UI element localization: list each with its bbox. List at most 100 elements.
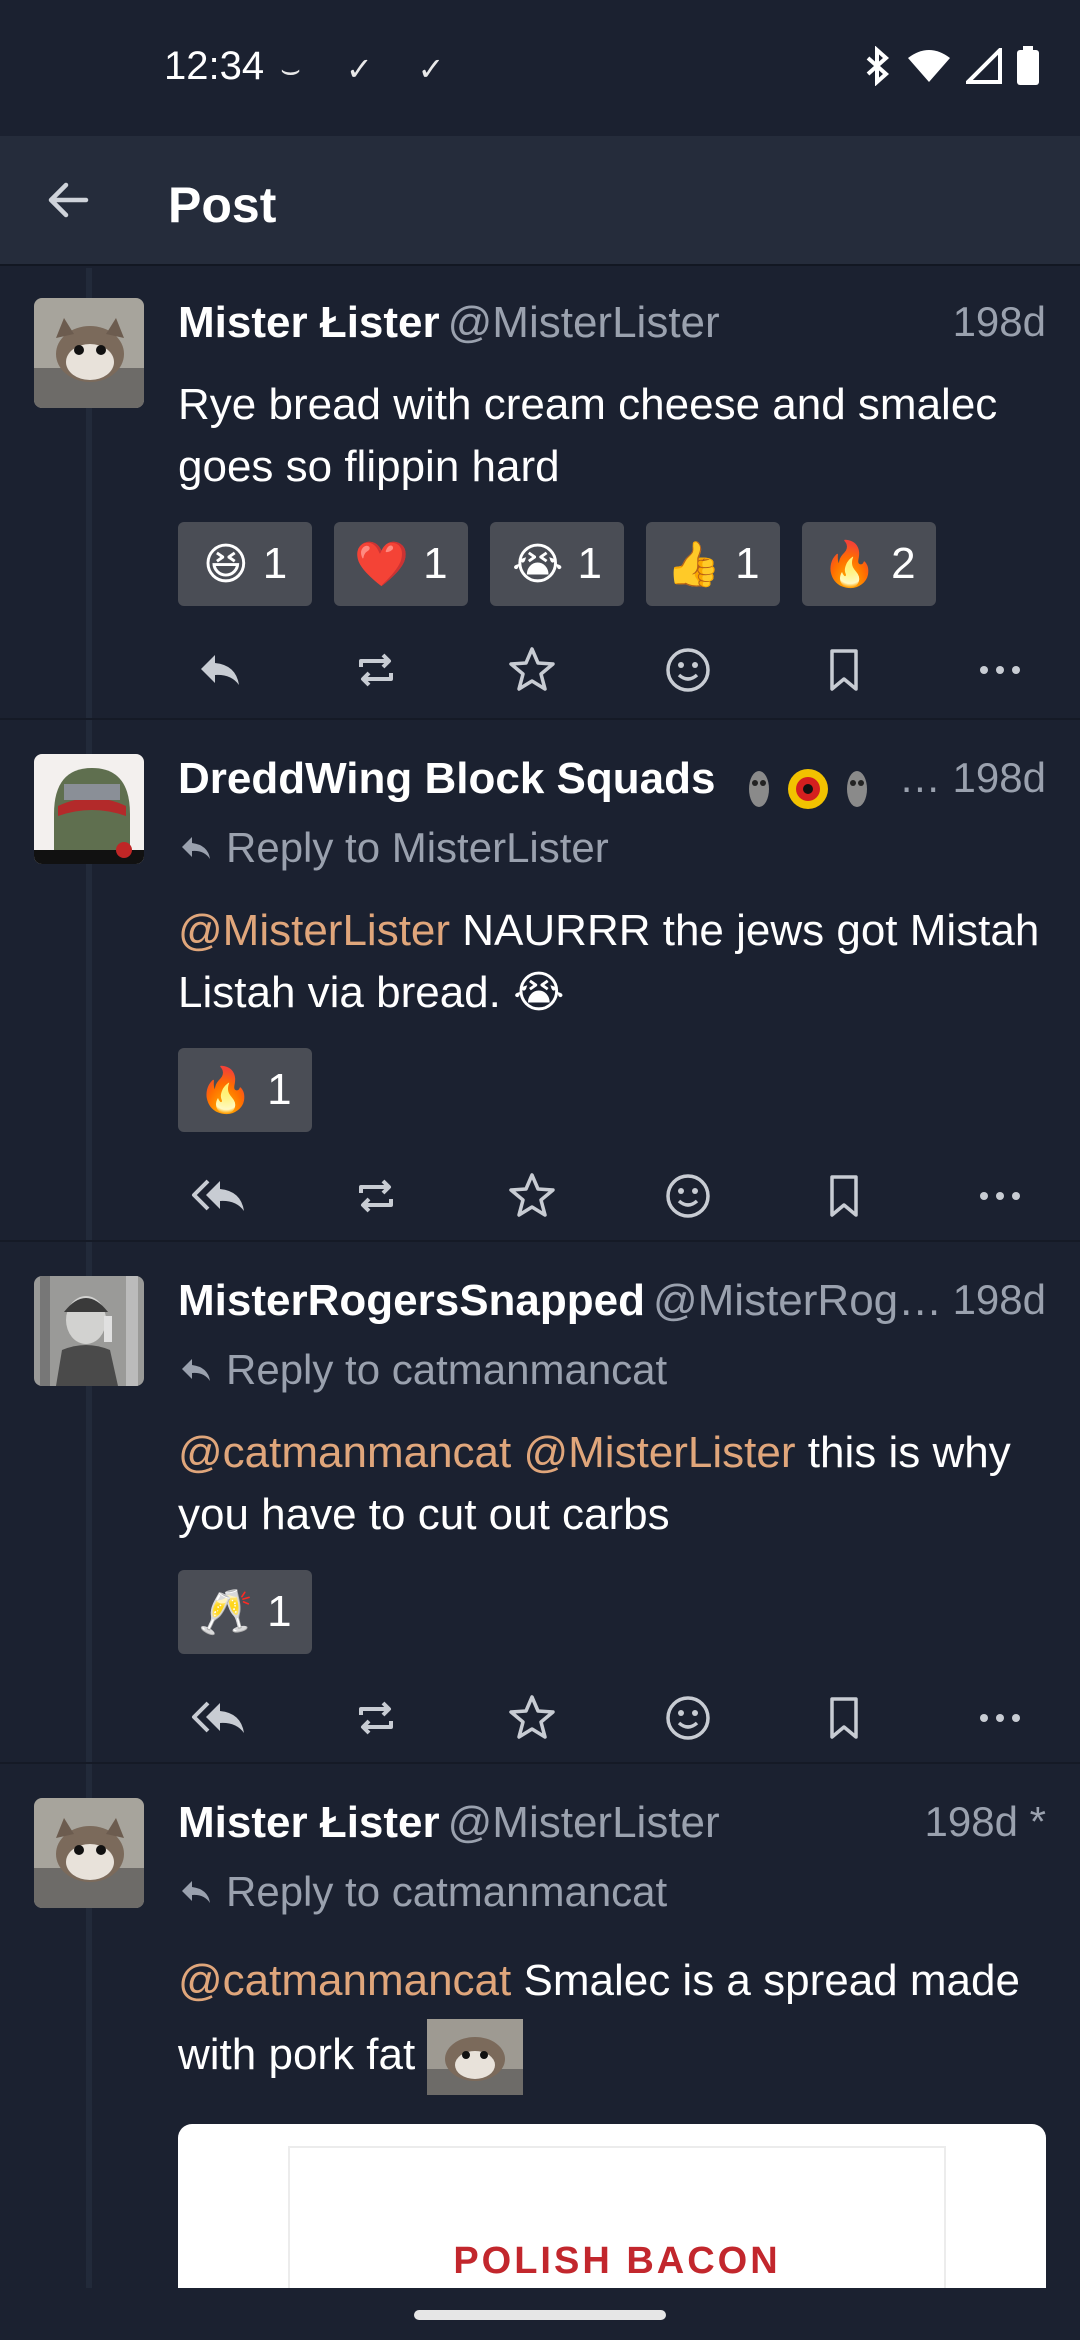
post-thread: Mister Łister @MisterLister 198d Rye brea… [0,268,1080,2288]
mention-link[interactable]: @MisterLister [523,1428,795,1477]
react-button[interactable] [656,1686,720,1750]
reply-to-text: Reply to catmanmancat [226,1346,668,1393]
user-handle[interactable]: @MisterRog… [653,1276,942,1325]
reaction-emoji: 🔥 [822,540,878,589]
reply-to-link[interactable]: Reply to catmanmancat [178,1342,1046,1398]
custom-emoji-icon [748,770,769,807]
reaction-count: 1 [423,539,448,588]
reaction-emoji: 😭 [512,539,564,589]
bookmark-button[interactable] [812,1686,876,1750]
reaction-count: 1 [267,1587,292,1636]
post[interactable]: Mister Łister @MisterLister 198d Rye brea… [0,268,1080,720]
reply-to-link[interactable]: Reply to MisterLister [178,820,1046,876]
display-name[interactable]: Mister Łister [178,1798,440,1847]
post-time: 198d * [918,1798,1046,1846]
post-content: @MisterLister NAURRR the jews got Mistah… [178,900,1046,1024]
status-right-icons [862,46,1040,86]
reaction-chip[interactable]: ❤️ 1 [334,522,468,606]
reply-icon [182,1359,210,1381]
reaction-emoji: 😆 [202,539,249,589]
reaction-count: 1 [577,539,602,588]
bluetooth-icon [866,46,890,86]
display-name[interactable]: MisterRogersSnapped [178,1276,645,1325]
reply-all-icon [192,1179,244,1211]
status-time: 12:34 [164,44,265,88]
reaction-chip[interactable]: 🥂 1 [178,1570,312,1654]
reply-all-button[interactable] [188,1686,252,1750]
preview-title: POLISH BACON [453,2240,781,2282]
reactions-bar: 🔥 1 [178,1048,1046,1132]
user-handle[interactable]: @MisterLister [448,298,720,347]
mention-link[interactable]: @catmanmancat [178,1428,511,1477]
post-time: … 198d [892,754,1046,802]
post-time: 198d [946,298,1046,346]
reply-to-link[interactable]: Reply to catmanmancat [178,1864,1046,1920]
smiley-icon [666,1174,710,1218]
favourite-button[interactable] [500,1164,564,1228]
favourite-button[interactable] [500,1686,564,1750]
post-header: Mister Łister @MisterLister 198d [178,298,1046,358]
reply-all-button[interactable] [188,1164,252,1228]
avatar[interactable] [34,298,144,408]
post[interactable]: DreddWing Block Squads … 198d Reply to M… [0,720,1080,1242]
custom-emoji-icon [787,768,828,809]
reaction-count: 1 [262,539,288,588]
reaction-count: 1 [267,1065,292,1114]
more-button[interactable] [968,638,1032,702]
avatar[interactable] [34,754,144,864]
custom-emoji-icon [846,770,867,807]
favourite-button[interactable] [500,638,564,702]
navigation-bar [0,2288,1080,2340]
post-header: MisterRogersSnapped @MisterRog… 198d [178,1276,1046,1336]
reactions-bar: 🥂 1 [178,1570,1046,1654]
home-indicator[interactable] [414,2310,666,2320]
reaction-chip[interactable]: 👍 1 [646,522,780,606]
reply-button[interactable] [188,638,252,702]
display-name[interactable]: Mister Łister [178,298,440,347]
custom-emoji-badges [740,767,876,811]
post-content: @catmanmancat @MisterLister this is why … [178,1422,1046,1546]
back-button[interactable] [40,172,96,228]
mention-link[interactable]: @MisterLister [178,906,450,955]
reaction-chip[interactable]: 😭 1 [490,522,624,606]
more-horizontal-icon [980,1714,1020,1722]
more-button[interactable] [968,1164,1032,1228]
bookmark-button[interactable] [812,1164,876,1228]
avatar[interactable] [34,1276,144,1386]
user-handle[interactable]: @MisterLister [448,1798,720,1847]
app-bar: Post [0,136,1080,266]
react-button[interactable] [656,638,720,702]
repeat-icon [359,653,393,687]
reply-to-text: Reply to MisterLister [226,824,609,871]
react-button[interactable] [656,1164,720,1228]
bookmark-button[interactable] [812,638,876,702]
arrow-left-icon [48,182,89,218]
notification-icons: ⌣ ✓ ✓ [280,51,463,87]
reply-all-icon [192,1701,244,1733]
smiley-icon [666,648,710,692]
bookmark-icon [830,1697,858,1739]
reaction-chip[interactable]: 🔥 1 [178,1048,312,1132]
status-bar: 12:34 ⌣ ✓ ✓ [0,0,1080,136]
custom-emoji-icon [427,2019,524,2096]
reply-icon [182,837,210,859]
post-actions [178,1156,1046,1236]
boost-button[interactable] [344,1686,408,1750]
link-preview-card[interactable]: POLISH BACON [178,2124,1046,2288]
reaction-chip[interactable]: 😆 1 [178,522,312,606]
boost-button[interactable] [344,638,408,702]
battery-icon [1017,46,1039,85]
reaction-chip[interactable]: 🔥 2 [802,522,936,606]
display-name[interactable]: DreddWing Block Squads [178,754,715,803]
boost-button[interactable] [344,1164,408,1228]
star-icon [509,647,555,691]
mention-link[interactable]: @catmanmancat [178,1956,511,2005]
post[interactable]: MisterRogersSnapped @MisterRog… 198d Repl… [0,1242,1080,1764]
more-horizontal-icon [980,666,1020,674]
bookmark-icon [830,1175,858,1217]
post-content: @catmanmancat Smalec is a spread made wi… [178,1944,1046,2096]
more-button[interactable] [968,1686,1032,1750]
avatar[interactable] [34,1798,144,1908]
post-header: Mister Łister @MisterLister 198d * [178,1798,1046,1858]
post-actions [178,1678,1046,1758]
